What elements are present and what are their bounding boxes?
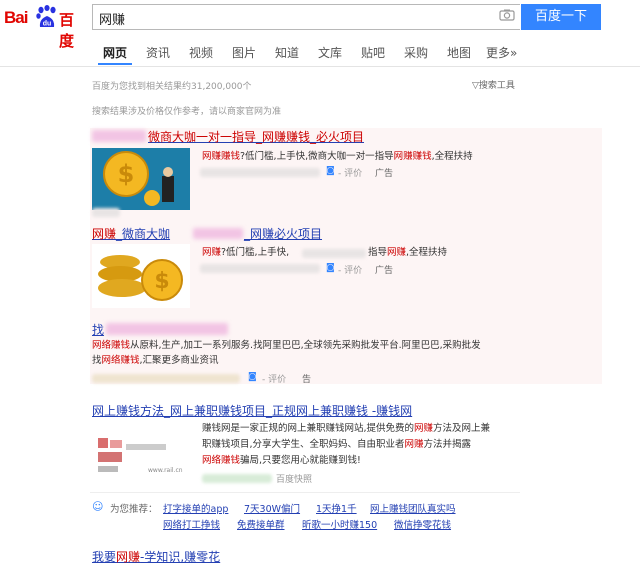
baidu-logo[interactable]: Bai du 百度 [4,5,86,50]
verified-icon: ◙ [326,263,335,273]
rec-link[interactable]: 7天30W偏门 [244,501,300,515]
ad2-title-tail[interactable]: _网赚必火项目 [244,225,322,242]
blurred-region [193,228,243,239]
ad1-ad-label: 广告 [375,169,394,179]
rec-link[interactable]: 1天挣1千 [316,501,357,515]
ad2-description: 网赚?低门槛,上手快, [202,247,290,258]
result-count: 百度为您找到相关结果约31,200,000个 [92,82,252,92]
blurred-region [302,249,366,258]
filter-icon: ▽ [472,81,479,91]
ad3-title[interactable]: 找 [92,321,104,338]
verified-icon: ◙ [248,372,257,382]
ad3-rate[interactable]: - 评价 [262,372,286,385]
result-desc-line1: 赚钱网是一家正规的网上兼职赚钱网站,提供免费的网赚方法及网上兼 [202,423,491,434]
svg-text:$: $ [154,269,169,294]
snapshot-link[interactable]: 百度快照 [276,472,312,485]
tab-tieba[interactable]: 贴吧 [361,44,385,61]
svg-text:$: $ [118,160,135,188]
recommend-icon: ☺ [92,500,104,513]
result-title[interactable]: 网上赚钱方法_网上兼职赚钱项目_正规网上兼职赚钱 -赚钱网 [92,402,412,419]
ad3-description-line1: 网络赚钱从原料,生产,加工一系列服务.找阿里巴巴,全球领先采购批发平台.阿里巴巴… [92,340,481,351]
blurred-region [106,323,228,335]
blurred-region [92,130,146,142]
tab-zhidao[interactable]: 知道 [275,44,299,61]
result-desc-line3: 网络赚钱骗局,只要您用心就能赚到钱! [202,455,361,466]
search-input[interactable]: 网赚 [92,4,520,30]
rec-link[interactable]: 网上赚钱团队真实吗 [370,501,456,515]
tab-wenku[interactable]: 文库 [318,44,342,61]
tab-news[interactable]: 资讯 [146,44,170,61]
ad3-ad-label: 告 [302,375,312,385]
ad2-title[interactable]: 网赚_微商大咖 [92,225,170,242]
rec-link[interactable]: 打字接单的app [163,501,228,515]
ad1-title[interactable]: 微商大咖一对一指导_网赚赚钱_必火项目 [148,128,364,145]
recommend-label: 为您推荐： [110,504,158,515]
blurred-region [92,208,120,217]
verified-icon: ◙ [326,166,335,176]
blurred-url [200,168,320,177]
ad1-description: 网赚赚钱?低门槛,上手快,微商大咖一对一指导网赚赚钱,全程扶持 [202,151,473,162]
ad3-description-line2: 找网络赚钱,汇聚更多商业资讯 [92,355,219,366]
logo-bai-text: Bai [4,8,28,27]
tab-map[interactable]: 地图 [447,44,471,61]
paw-icon: du [36,5,56,28]
tab-more[interactable]: 更多» [486,44,517,61]
ad2-thumbnail[interactable]: $ [92,244,190,308]
result-thumbnail[interactable]: www.rail.cn [92,426,188,488]
price-disclaimer: 搜索结果涉及价格仅作参考，请以商家官网为准 [92,107,282,117]
last-result-title[interactable]: 我要网赚-学知识,赚零花 [92,548,220,565]
search-query: 网赚 [99,13,126,28]
rec-link[interactable]: 网络打工挣钱 [163,517,220,531]
divider [90,492,520,493]
camera-icon[interactable] [499,9,515,21]
ad2-rate[interactable]: - 评价 [338,263,362,276]
result-desc-line2: 职赚钱项目,分享大学生、全职妈妈、自由职业者网赚方法并揭露 [202,439,472,450]
search-tools[interactable]: ▽搜索工具 [472,78,515,91]
logo-du-text: du [43,21,52,28]
tab-video[interactable]: 视频 [189,44,213,61]
ad2-description-end: 指导网赚,全程扶持 [368,247,448,258]
header: Bai du 百度 网赚 百度一下 [0,0,640,50]
tab-images[interactable]: 图片 [232,44,256,61]
blurred-url [202,474,272,483]
thumb-url-text: www.rail.cn [148,467,183,474]
rec-link[interactable]: 微信挣零花钱 [394,517,451,531]
rec-link[interactable]: 昕歌一小时赚150 [302,517,377,531]
tab-web[interactable]: 网页 [103,44,127,61]
ad1-rate[interactable]: - 评价 [338,166,362,179]
tab-bar: 网页 资讯 视频 图片 知道 文库 贴吧 采购 地图 更多» [0,36,640,67]
ad1-thumbnail[interactable]: $ [92,148,190,210]
blurred-url [200,264,320,273]
active-tab-underline [98,63,132,65]
ad2-ad-label: 广告 [375,266,394,276]
rec-link[interactable]: 免费接单群 [237,517,285,531]
blurred-url [92,374,240,383]
search-button[interactable]: 百度一下 [521,4,601,30]
tab-caigou[interactable]: 采购 [404,44,428,61]
